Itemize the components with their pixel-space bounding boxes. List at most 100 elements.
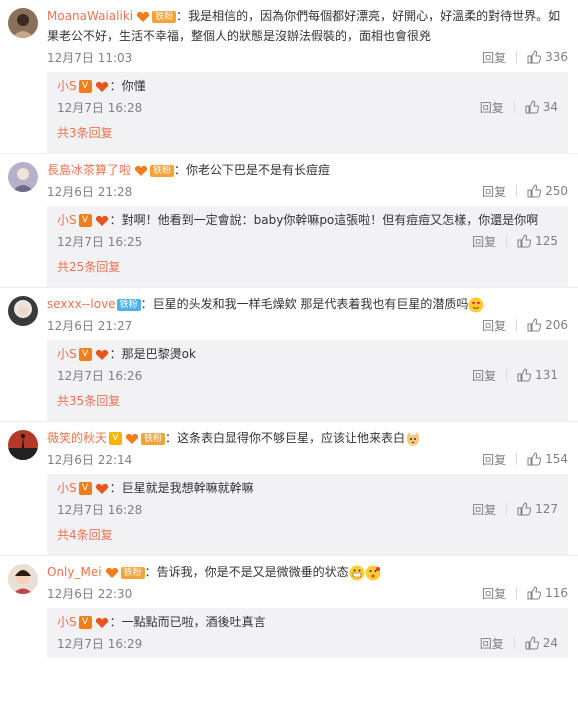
heart-badge-icon [136,11,150,22]
thumbs-up-icon [527,586,542,600]
comment-content: 長島冰茶算了啦 铁粉 ：你老公下巴是不是有长痘痘 [47,160,568,180]
user-avatar[interactable] [8,430,38,460]
reply-box: 小S V ：你懂 12月7日 16:28 回复 34 共3条回复 [47,72,568,153]
like-button[interactable]: 154 [527,452,568,466]
divider [516,185,518,197]
reply-time: 12月7日 16:28 [57,100,143,115]
reply-text: ：對啊！他看到一定會說：baby你幹嘛po這張啦！但有痘痘又怎樣，你還是你啊 [109,213,539,227]
thumbs-up-icon [527,318,542,332]
comment-content: sexxx--love 铁粉 ：巨星的头发和我一样毛燥欸 那是代表着我也有巨星的潜质… [47,294,568,314]
fan-badge: 铁粉 [150,164,175,177]
thumbs-up-icon [517,502,532,516]
heart-badge-icon [95,617,108,628]
heart-badge-icon [134,165,148,176]
reply-button[interactable]: 回复 [472,233,496,250]
username-link[interactable]: 薇笑的秋天 [47,431,107,445]
like-button[interactable]: 125 [517,234,558,248]
like-button[interactable]: 336 [527,50,568,64]
fan-badge: 铁粉 [141,432,166,445]
divider [513,637,515,649]
username-link[interactable]: MoanaWaialiki [47,9,133,23]
fan-badge: 铁粉 [152,10,177,23]
comment-time: 12月6日 22:14 [47,452,133,467]
heart-badge-icon [95,483,108,494]
reply-text: ：一點點而已啦，酒後吐真言 [109,615,266,629]
reply-content: 小S V ：對啊！他看到一定會說：baby你幹嘛po這張啦！但有痘痘又怎樣，你還是你… [57,210,558,230]
like-count: 34 [542,100,558,114]
reply-button[interactable]: 回复 [482,451,506,468]
thumbs-up-icon [517,234,532,248]
verified-v-icon: V [109,432,123,445]
like-count: 24 [542,636,558,650]
reply-button[interactable]: 回复 [482,585,506,602]
like-count: 125 [535,234,558,248]
heart-badge-icon [95,215,108,226]
user-avatar[interactable] [8,8,38,38]
reply-button[interactable]: 回复 [482,49,506,66]
user-avatar[interactable] [8,564,38,594]
like-button[interactable]: 250 [527,184,568,198]
reply-time: 12月7日 16:25 [57,234,143,249]
like-count: 250 [545,184,568,198]
like-button[interactable]: 116 [527,586,568,600]
reply-username-link[interactable]: 小S [57,213,77,227]
like-button[interactable]: 131 [517,368,558,382]
reply-button[interactable]: 回复 [482,317,506,334]
reply-content: 小S V ：那是巴黎燙ok [57,344,558,364]
heart-badge-icon [105,567,118,578]
comment-content: MoanaWaialiki 铁粉 ：我是相信的，因為你們每個都好漂亮，好開心，好溫柔… [47,6,568,46]
reply-username-link[interactable]: 小S [57,481,77,495]
divider [516,51,518,63]
cat-emoji-icon [406,431,420,446]
username-link[interactable]: 長島冰茶算了啦 [47,163,131,177]
reply-button[interactable]: 回复 [482,183,506,200]
divider [506,235,508,247]
like-count: 131 [535,368,558,382]
divider [516,319,518,331]
like-count: 116 [545,586,568,600]
comment-time: 12月6日 21:28 [47,184,133,199]
like-button[interactable]: 24 [525,636,558,650]
reply-time: 12月7日 16:28 [57,502,143,517]
reply-button[interactable]: 回复 [472,367,496,384]
verified-v-icon: V [78,482,92,495]
divider [513,101,515,113]
comment-item: sexxx--love 铁粉 ：巨星的头发和我一样毛燥欸 那是代表着我也有巨星的潜质… [0,287,578,421]
fan-badge: 铁粉 [120,566,145,579]
reply-username-link[interactable]: 小S [57,615,77,629]
more-replies-link[interactable]: 共3条回复 [57,118,558,149]
comment-text: ：巨星的头发和我一样毛燥欸 那是代表着我也有巨星的潜质吗 [140,297,469,311]
like-count: 206 [545,318,568,332]
verified-v-icon: V [78,80,92,93]
reply-button[interactable]: 回复 [480,635,504,652]
reply-username-link[interactable]: 小S [57,347,77,361]
comment-item: 薇笑的秋天 V 铁粉 ：这条表白显得你不够巨星，应该让他来表白 12月6日 22:14… [0,421,578,555]
user-avatar[interactable] [8,296,38,326]
reply-content: 小S V ：一點點而已啦，酒後吐真言 [57,612,558,632]
more-replies-link[interactable]: 共25条回复 [57,252,558,283]
username-link[interactable]: Only_Mei [47,565,102,579]
more-replies-link[interactable]: 共35条回复 [57,386,558,417]
username-link[interactable]: sexxx--love [47,297,116,311]
heart-eyes-emoji-icon [468,297,484,312]
like-count: 154 [545,452,568,466]
reply-box: 小S V ：一點點而已啦，酒後吐真言 12月7日 16:29 回复 24 [47,608,568,658]
reply-box: 小S V ：對啊！他看到一定會說：baby你幹嘛po這張啦！但有痘痘又怎樣，你還是你… [47,206,568,287]
heart-badge-icon [95,349,108,360]
divider [506,369,508,381]
grin-emoji-icon [349,565,365,580]
more-replies-link[interactable]: 共4条回复 [57,520,558,551]
reply-button[interactable]: 回复 [480,99,504,116]
reply-username-link[interactable]: 小S [57,79,77,93]
comment-content: 薇笑的秋天 V 铁粉 ：这条表白显得你不够巨星，应该让他来表白 [47,428,568,448]
like-button[interactable]: 127 [517,502,558,516]
thumbs-up-icon [527,184,542,198]
thumbs-up-icon [527,452,542,466]
verified-v-icon: V [78,616,92,629]
reply-button[interactable]: 回复 [472,501,496,518]
like-button[interactable]: 34 [525,100,558,114]
user-avatar[interactable] [8,162,38,192]
reply-text: ：你懂 [109,79,146,93]
comment-item: MoanaWaialiki 铁粉 ：我是相信的，因為你們每個都好漂亮，好開心，好溫柔… [0,0,578,153]
like-button[interactable]: 206 [527,318,568,332]
